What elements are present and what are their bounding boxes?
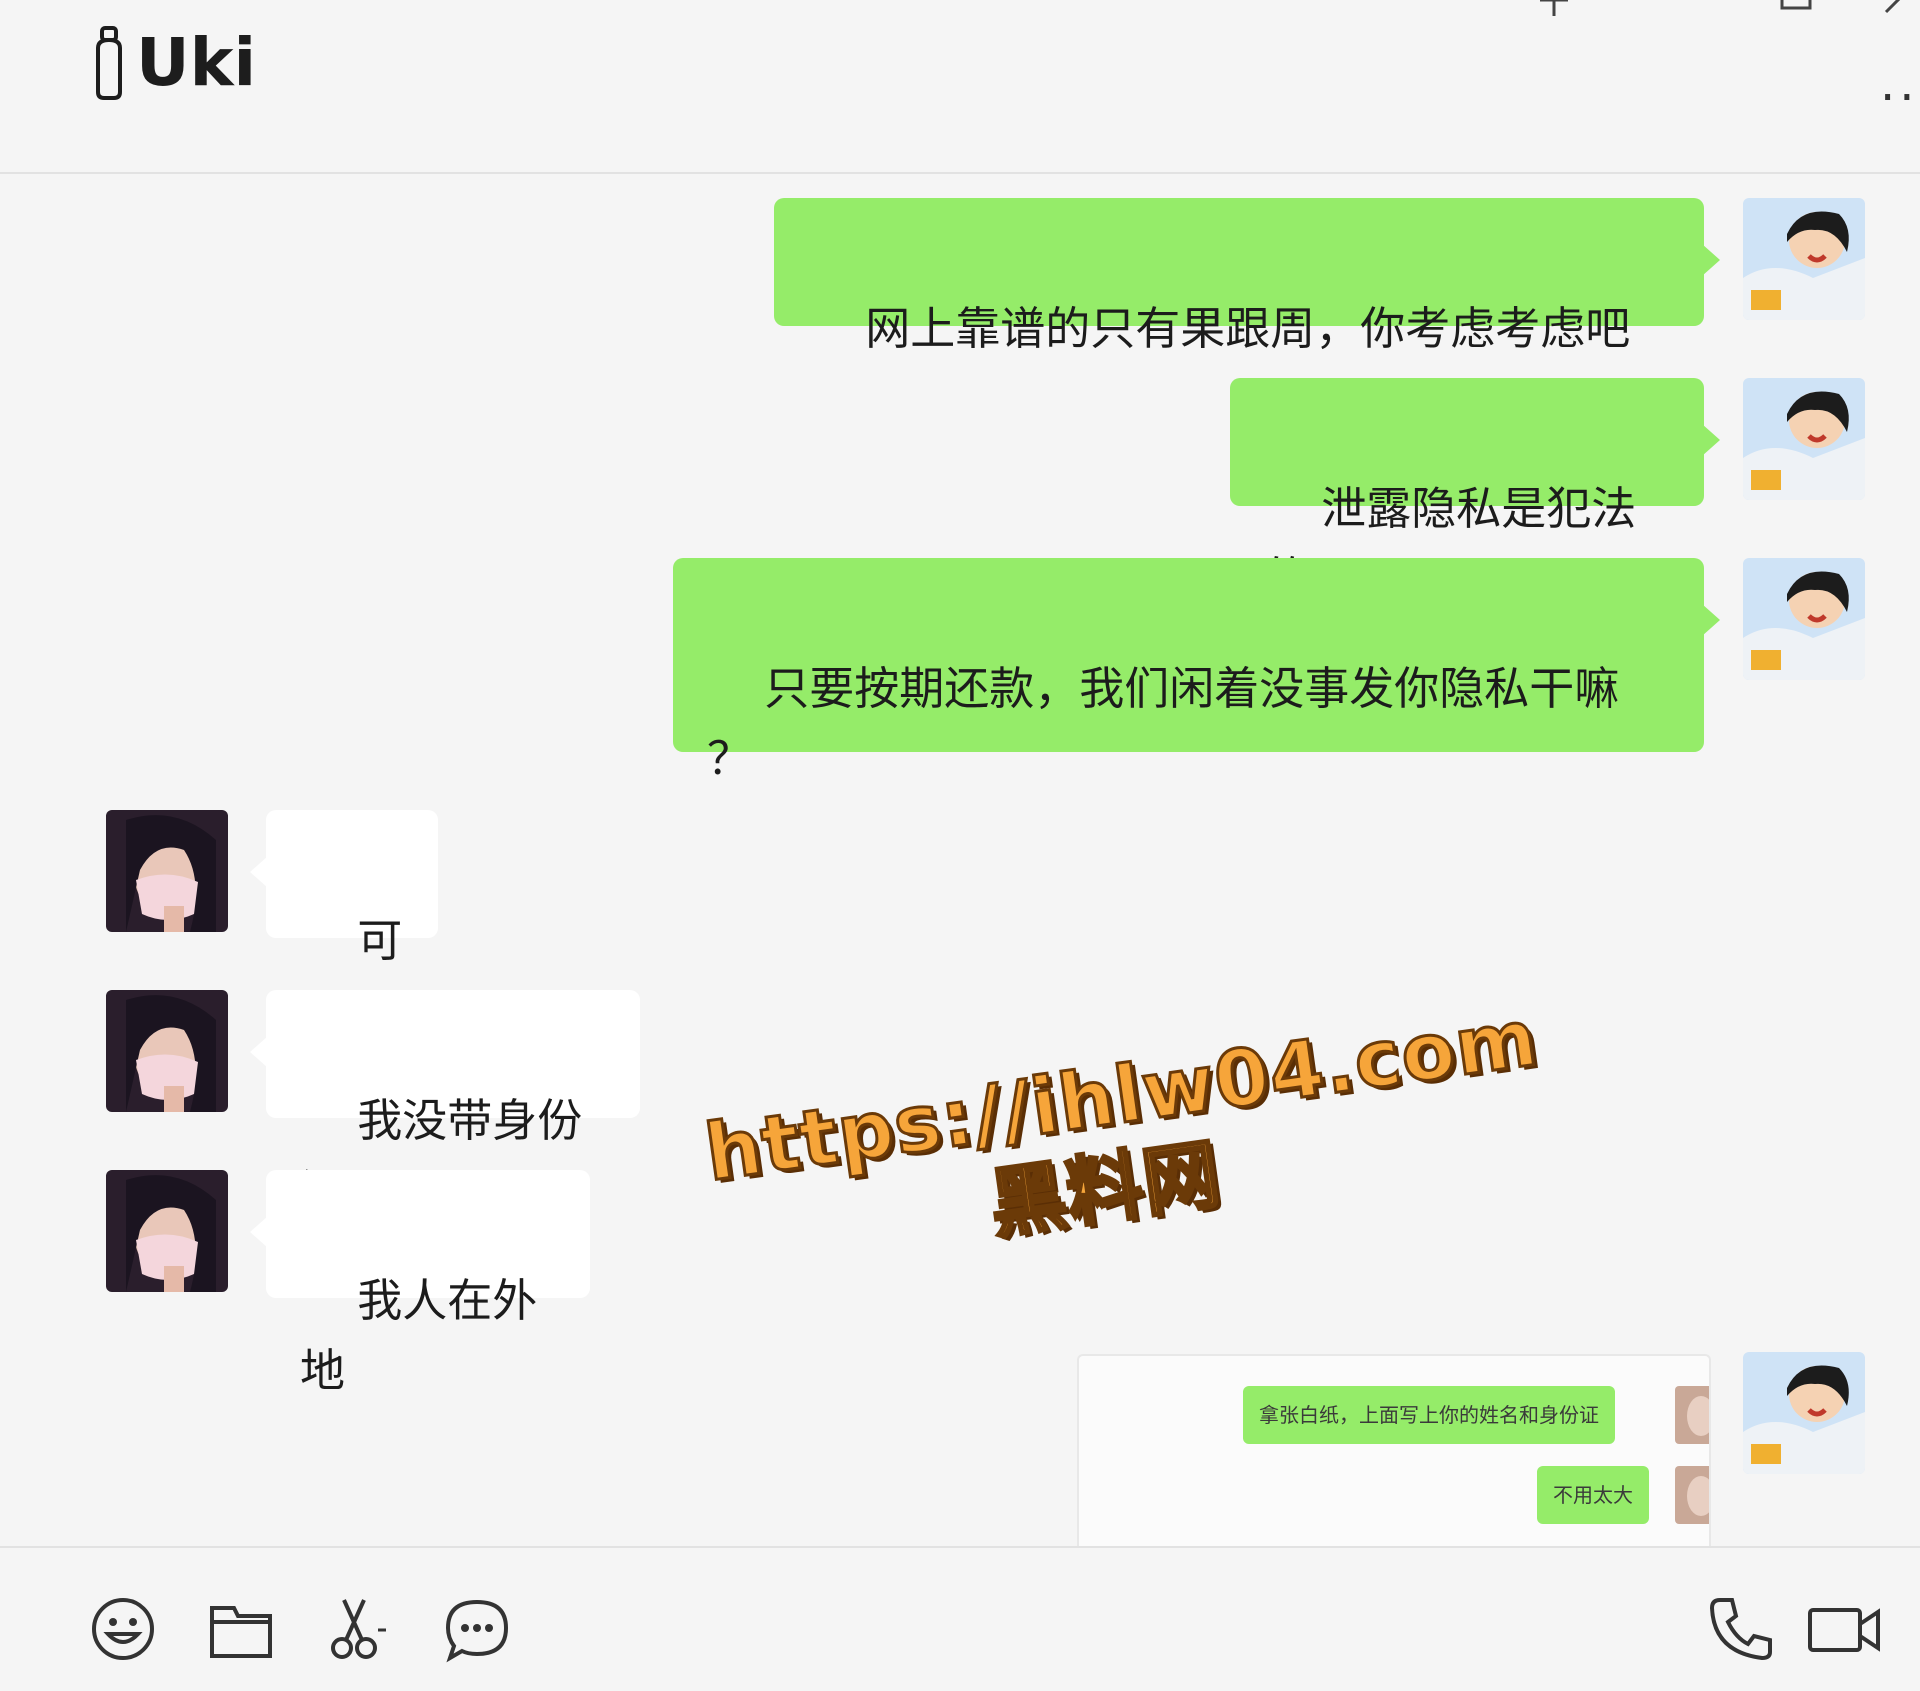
message-text: 我人在外地 xyxy=(300,1274,538,1397)
pin-icon[interactable] xyxy=(1536,0,1572,22)
phone-icon[interactable] xyxy=(1706,1594,1776,1664)
chat-history-icon[interactable] xyxy=(442,1594,512,1664)
chat-area[interactable]: 网上靠谱的只有果跟周，你考虑考虑吧 泄露隐私是犯法的 只要按期还款，我们闲着没事… xyxy=(0,174,1920,1544)
contact-avatar[interactable] xyxy=(106,990,228,1112)
thumbnail-avatar xyxy=(1675,1466,1709,1524)
image-message[interactable]: 拿张白纸，上面写上你的姓名和身份证 不用太大 xyxy=(1077,1354,1711,1546)
message-bubble-outgoing[interactable]: 网上靠谱的只有果跟周，你考虑考虑吧 xyxy=(774,198,1720,355)
thumbnail-text: 不用太大 xyxy=(1553,1483,1633,1507)
input-toolbar xyxy=(0,1546,1920,1691)
video-call-icon[interactable] xyxy=(1806,1594,1886,1664)
my-avatar[interactable] xyxy=(1743,558,1865,680)
contact-avatar[interactable] xyxy=(106,810,228,932)
thumbnail-bubble: 不用太大 xyxy=(1537,1466,1649,1524)
message-bubble-incoming[interactable]: 我人在外地 xyxy=(250,1170,590,1397)
chat-title: Uki xyxy=(90,24,256,101)
message-bubble-outgoing[interactable]: 泄露隐私是犯法的 xyxy=(1230,378,1720,605)
message-bubble-outgoing[interactable]: 只要按期还款，我们闲着没事发你隐私干嘛 ？ xyxy=(673,558,1720,785)
close-icon[interactable] xyxy=(1880,0,1920,22)
message-bubble-incoming[interactable]: 我没带身份证 xyxy=(250,990,640,1217)
folder-icon[interactable] xyxy=(206,1594,276,1664)
emoji-icon[interactable] xyxy=(88,1594,158,1664)
message-text: 网上靠谱的只有果跟周，你考虑考虑吧 xyxy=(865,302,1631,355)
my-avatar[interactable] xyxy=(1743,1352,1865,1474)
my-avatar[interactable] xyxy=(1743,198,1865,320)
bottle-icon xyxy=(90,25,130,100)
message-bubble-incoming[interactable]: 可是 xyxy=(250,810,438,1037)
chat-header: Uki ·· xyxy=(0,0,1920,174)
maximize-icon[interactable] xyxy=(1776,0,1816,18)
scissors-icon[interactable] xyxy=(324,1594,394,1664)
thumbnail-avatar xyxy=(1675,1386,1709,1444)
contact-name: Uki xyxy=(136,24,257,101)
thumbnail-text: 拿张白纸，上面写上你的姓名和身份证 xyxy=(1259,1403,1599,1427)
thumbnail-bubble: 拿张白纸，上面写上你的姓名和身份证 xyxy=(1243,1386,1615,1444)
my-avatar[interactable] xyxy=(1743,378,1865,500)
message-text: 只要按期还款，我们闲着没事发你隐私干嘛 ？ xyxy=(707,662,1620,785)
more-options-icon[interactable]: ·· xyxy=(1880,74,1919,122)
contact-avatar[interactable] xyxy=(106,1170,228,1292)
